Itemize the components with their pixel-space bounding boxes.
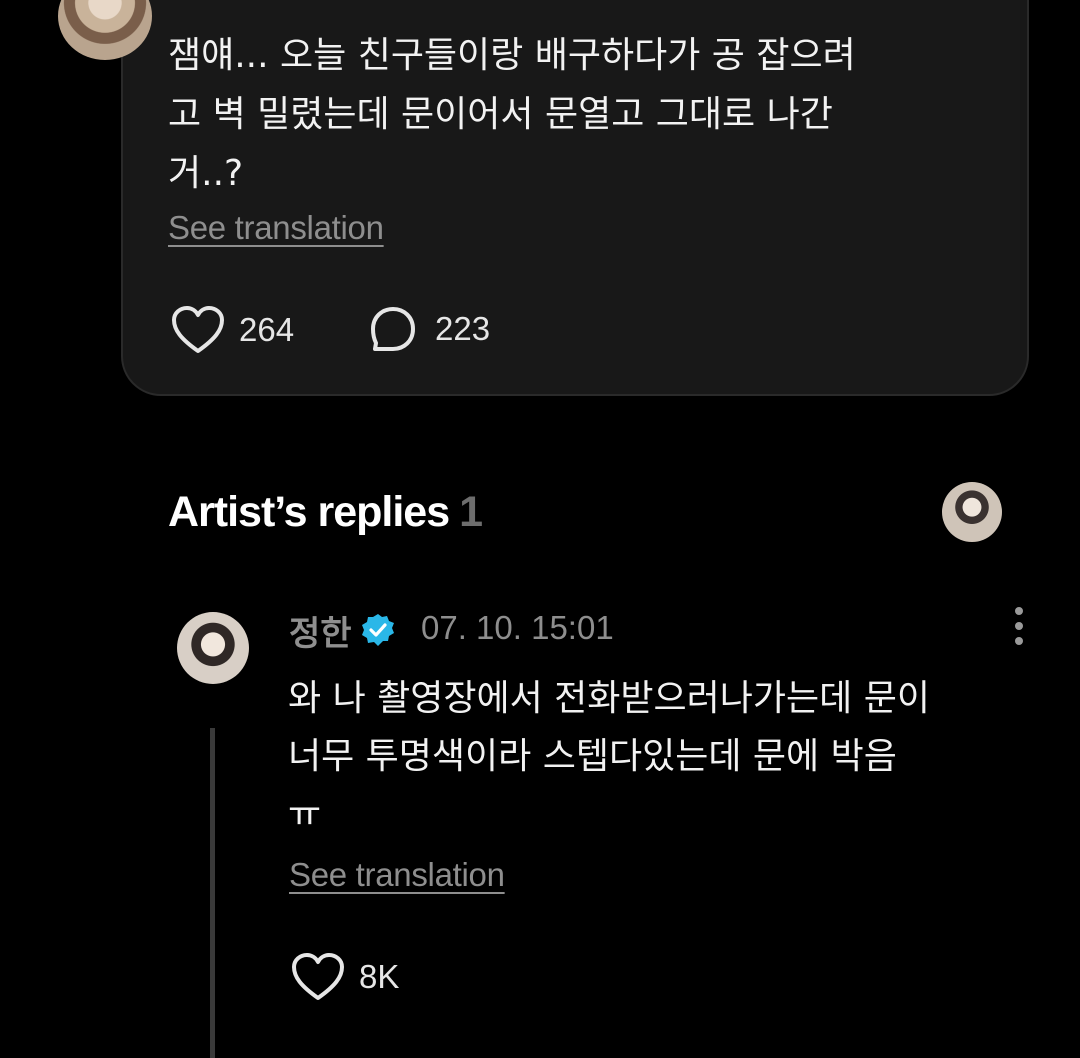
post-like-count: 264 (239, 311, 295, 348)
artist-replies-heading: Artist’s replies 1 (168, 488, 483, 537)
more-vertical-icon[interactable] (1004, 604, 1034, 648)
reply-see-translation-link[interactable]: See translation (289, 856, 505, 894)
reply-author-avatar[interactable] (177, 612, 249, 684)
post-like-button[interactable]: 264 (171, 305, 294, 355)
post-comment-count: 223 (435, 310, 491, 347)
reply-timestamp: 07. 10. 15:01 (421, 609, 614, 646)
reply-like-button[interactable]: 8K (291, 952, 399, 1002)
comment-bubble-icon (371, 307, 415, 351)
verified-badge-icon (362, 614, 394, 646)
artist-avatar[interactable] (942, 482, 1002, 542)
reply-text: 와 나 촬영장에서 전화받으러나가는데 문이 너무 투명색이라 스텝다있는데 문… (288, 678, 930, 835)
thread-line (210, 728, 215, 1058)
reply-like-count: 8K (359, 958, 400, 995)
artist-replies-title: Artist’s replies (168, 488, 450, 536)
post-comment-button[interactable]: 223 (369, 305, 490, 353)
post-see-translation-link[interactable]: See translation (168, 209, 384, 247)
post-text: 잼얘... 오늘 친구들이랑 배구하다가 공 잡으려 고 벽 밀렸는데 문이어서… (168, 35, 856, 194)
reply-author-name[interactable]: 정한 (289, 606, 352, 655)
heart-outline-icon (292, 953, 344, 1000)
artist-replies-count: 1 (459, 488, 483, 536)
heart-outline-icon (172, 306, 224, 353)
